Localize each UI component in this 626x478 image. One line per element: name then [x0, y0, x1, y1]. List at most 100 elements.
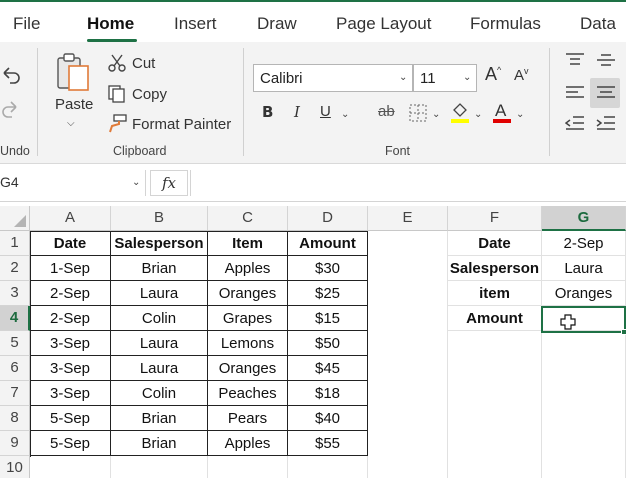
- table-cell[interactable]: $25: [288, 281, 368, 306]
- table-cell[interactable]: $45: [288, 356, 368, 381]
- row-header-7[interactable]: 7: [0, 381, 30, 406]
- empty-cell[interactable]: [30, 456, 111, 478]
- align-center-icon[interactable]: [596, 85, 616, 101]
- lookup-value-salesperson[interactable]: Laura: [542, 256, 626, 281]
- font-family-dropdown-icon[interactable]: ⌄: [399, 72, 407, 83]
- lookup-label-date[interactable]: Date: [448, 231, 542, 256]
- redo-icon[interactable]: [0, 98, 22, 120]
- font-color-icon[interactable]: A: [492, 100, 512, 124]
- align-middle-icon[interactable]: [596, 52, 616, 68]
- undo-icon[interactable]: [0, 64, 22, 86]
- fill-color-icon[interactable]: [450, 100, 470, 124]
- row-header-3[interactable]: 3: [0, 281, 30, 306]
- align-left-icon[interactable]: [565, 85, 585, 101]
- table-cell[interactable]: Laura: [111, 356, 208, 381]
- formula-input[interactable]: [190, 170, 626, 196]
- tab-home[interactable]: Home: [87, 14, 134, 34]
- lookup-label-amount[interactable]: Amount: [448, 306, 542, 331]
- lookup-label-salesperson[interactable]: Salesperson: [448, 256, 542, 281]
- column-header-f[interactable]: F: [448, 206, 542, 231]
- table-cell[interactable]: Apples: [208, 431, 288, 456]
- column-header-e[interactable]: E: [368, 206, 448, 231]
- font-size-dropdown-icon[interactable]: ⌄: [463, 72, 471, 83]
- table-cell[interactable]: Laura: [111, 281, 208, 306]
- name-box[interactable]: G4 ⌄: [0, 170, 146, 196]
- tab-data[interactable]: Data: [580, 14, 616, 34]
- table-cell[interactable]: Oranges: [208, 356, 288, 381]
- table-cell[interactable]: $40: [288, 406, 368, 431]
- fill-color-dropdown-icon[interactable]: ⌄: [474, 109, 482, 120]
- lookup-label-item[interactable]: item: [448, 281, 542, 306]
- format-painter-icon[interactable]: [107, 114, 127, 134]
- row-header-1[interactable]: 1: [0, 231, 30, 256]
- tab-formulas[interactable]: Formulas: [470, 14, 541, 34]
- decrease-font-size-icon[interactable]: Av: [514, 66, 529, 84]
- table-cell[interactable]: Colin: [111, 306, 208, 331]
- table-header-amount[interactable]: Amount: [288, 231, 368, 256]
- increase-indent-icon[interactable]: [596, 115, 616, 133]
- table-cell[interactable]: Laura: [111, 331, 208, 356]
- tab-insert[interactable]: Insert: [174, 14, 217, 34]
- paste-icon[interactable]: [55, 52, 91, 92]
- paste-button[interactable]: Paste: [55, 96, 93, 113]
- borders-dropdown-icon[interactable]: ⌄: [432, 109, 440, 120]
- font-family-select[interactable]: Calibri: [253, 64, 413, 92]
- cut-button[interactable]: Cut: [132, 55, 155, 72]
- table-cell[interactable]: $55: [288, 431, 368, 456]
- strikethrough-button[interactable]: ab: [378, 103, 395, 120]
- table-header-item[interactable]: Item: [208, 231, 288, 256]
- column-header-a[interactable]: A: [30, 206, 111, 231]
- table-cell[interactable]: Brian: [111, 431, 208, 456]
- copy-button[interactable]: Copy: [132, 86, 167, 103]
- table-cell[interactable]: 5-Sep: [30, 431, 111, 456]
- table-cell[interactable]: Apples: [208, 256, 288, 281]
- tab-page-layout[interactable]: Page Layout: [336, 14, 431, 34]
- row-header-6[interactable]: 6: [0, 356, 30, 381]
- row-header-4[interactable]: 4: [0, 306, 30, 331]
- row-header-5[interactable]: 5: [0, 331, 30, 356]
- name-box-dropdown-icon[interactable]: ⌄: [132, 177, 140, 188]
- table-cell[interactable]: 3-Sep: [30, 331, 111, 356]
- empty-cell[interactable]: [111, 456, 208, 478]
- column-e-cells[interactable]: [368, 231, 448, 478]
- underline-dropdown-icon[interactable]: ⌄: [341, 109, 349, 120]
- table-cell[interactable]: Oranges: [208, 281, 288, 306]
- table-cell[interactable]: 2-Sep: [30, 281, 111, 306]
- table-cell[interactable]: 3-Sep: [30, 381, 111, 406]
- column-g-cells[interactable]: [542, 331, 626, 478]
- row-header-2[interactable]: 2: [0, 256, 30, 281]
- table-cell[interactable]: 3-Sep: [30, 356, 111, 381]
- empty-cell[interactable]: [208, 456, 288, 478]
- table-cell[interactable]: $30: [288, 256, 368, 281]
- table-cell[interactable]: Colin: [111, 381, 208, 406]
- table-header-date[interactable]: Date: [30, 231, 111, 256]
- increase-font-size-icon[interactable]: A^: [485, 64, 501, 85]
- column-f-cells[interactable]: [448, 331, 542, 478]
- underline-button[interactable]: U: [320, 103, 331, 120]
- lookup-value-date[interactable]: 2-Sep: [542, 231, 626, 256]
- table-cell[interactable]: $50: [288, 331, 368, 356]
- table-cell[interactable]: Brian: [111, 256, 208, 281]
- table-cell[interactable]: Pears: [208, 406, 288, 431]
- bold-button[interactable]: B: [262, 103, 273, 121]
- table-cell[interactable]: Brian: [111, 406, 208, 431]
- column-header-d[interactable]: D: [288, 206, 368, 231]
- insert-function-button[interactable]: fx: [150, 170, 188, 196]
- empty-cell[interactable]: [288, 456, 368, 478]
- font-color-dropdown-icon[interactable]: ⌄: [516, 109, 524, 120]
- italic-button[interactable]: I: [294, 103, 300, 121]
- decrease-indent-icon[interactable]: [565, 115, 585, 133]
- tab-file[interactable]: File: [13, 14, 40, 34]
- table-cell[interactable]: Grapes: [208, 306, 288, 331]
- table-cell[interactable]: 1-Sep: [30, 256, 111, 281]
- table-cell[interactable]: Lemons: [208, 331, 288, 356]
- row-header-9[interactable]: 9: [0, 431, 30, 456]
- select-all-button[interactable]: [0, 206, 30, 231]
- borders-icon[interactable]: [409, 104, 427, 122]
- lookup-value-item[interactable]: Oranges: [542, 281, 626, 306]
- table-header-salesperson[interactable]: Salesperson: [111, 231, 208, 256]
- copy-icon[interactable]: [108, 85, 126, 103]
- table-cell[interactable]: $15: [288, 306, 368, 331]
- fill-handle[interactable]: [621, 329, 626, 335]
- table-cell[interactable]: Peaches: [208, 381, 288, 406]
